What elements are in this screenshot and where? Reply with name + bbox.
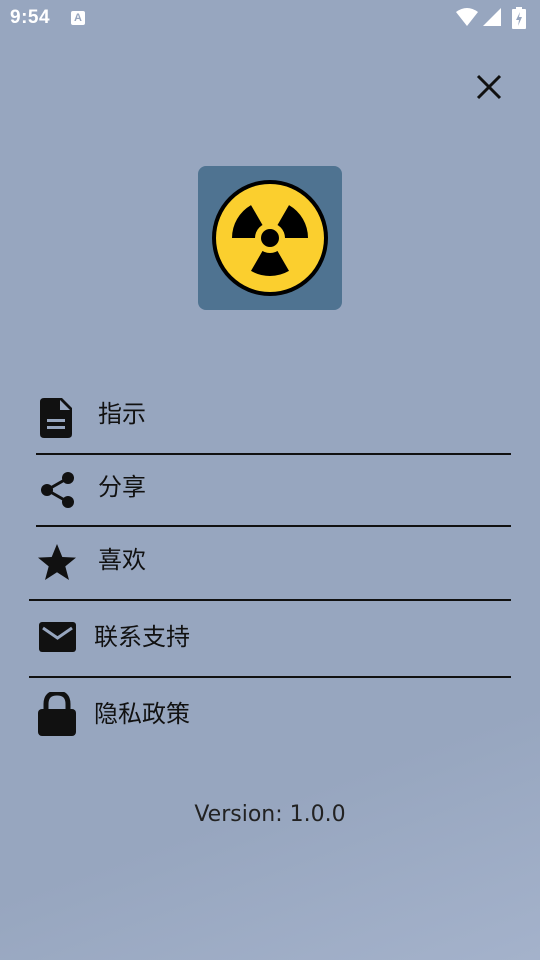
notification-a-icon: A [71,11,85,25]
menu-item-like[interactable]: 喜欢 [0,528,540,598]
menu-item-label: 指示 [98,400,146,428]
menu-item-label: 隐私政策 [94,700,190,728]
menu-item-privacy-policy[interactable]: 隐私政策 [0,680,540,750]
share-icon [41,472,74,508]
menu-item-label: 联系支持 [94,623,190,651]
document-icon [40,398,72,438]
divider [29,599,511,601]
menu-item-label: 喜欢 [98,546,146,574]
divider [36,525,511,527]
app-logo [198,166,342,310]
close-icon [476,74,502,100]
menu-item-label: 分享 [98,473,146,501]
status-bar: 9:54 A [0,0,540,36]
radiation-icon [212,180,328,296]
battery-icon [512,7,526,29]
star-icon [38,544,76,580]
status-time: 9:54 [10,7,51,28]
wifi-icon [456,8,478,26]
lock-icon [38,692,76,736]
signal-icon [483,8,501,26]
mail-icon [39,622,76,652]
menu-item-instructions[interactable]: 指示 [0,380,540,450]
close-button[interactable] [470,68,508,106]
menu-item-contact-support[interactable]: 联系支持 [0,602,540,672]
menu-item-share[interactable]: 分享 [0,455,540,525]
divider [29,676,511,678]
version-label: Version: 1.0.0 [194,802,346,827]
